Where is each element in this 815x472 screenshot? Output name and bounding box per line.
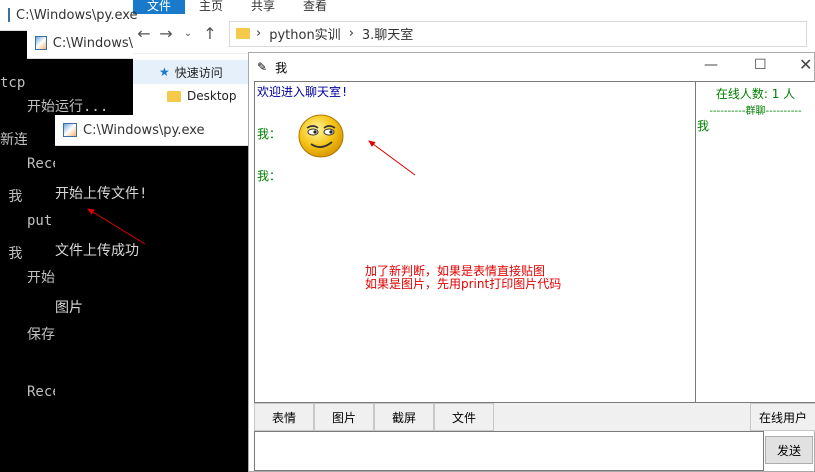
message-area[interactable]: 欢迎进入聊天室! 我： 我： 加了新判断，如果是表情直接贴图 如果是图片，先用p… <box>254 81 695 403</box>
chat-titlebar[interactable]: ✎ 我 <box>249 53 814 81</box>
history-chevron-icon[interactable]: ⌄ <box>177 28 199 39</box>
group-chat-divider: ----------群聊---------- <box>709 106 802 117</box>
message-sender: 我： <box>257 169 282 183</box>
send-button[interactable]: 发送 <box>765 436 813 464</box>
ribbon-tabs: 文件 主页 共享 查看 <box>133 0 815 14</box>
star-icon: ★ <box>159 65 170 79</box>
chat-window: ✎ 我 — ☐ ✕ 欢迎进入聊天室! 我： 我： 加了新判断，如果是表情直接贴图… <box>248 52 815 472</box>
python-icon <box>63 123 77 137</box>
smiley-emoji-icon <box>297 113 345 162</box>
feather-icon: ✎ <box>257 60 268 74</box>
folder-icon <box>236 28 250 39</box>
online-users-button[interactable]: 在线用户 <box>750 403 815 431</box>
welcome-message: 欢迎进入聊天室! <box>257 85 349 99</box>
screenshot-button[interactable]: 截屏 <box>374 403 434 431</box>
nav-item-quick-access[interactable]: ★ 快速访问 <box>133 60 248 84</box>
ribbon-tab-file[interactable]: 文件 <box>133 0 186 14</box>
breadcrumb[interactable]: › python实训 › 3.聊天室 <box>229 20 807 47</box>
close-icon[interactable]: ✕ <box>799 55 812 74</box>
console-window[interactable]: C:\Windows\py.exe 开始上传文件! 文件上传成功 图片 <box>55 115 248 472</box>
message-sender: 我： <box>257 127 282 141</box>
python-icon <box>35 36 47 50</box>
chevron-right-icon: › <box>348 26 354 41</box>
address-bar: ← → ⌄ ↑ › python实训 › 3.聊天室 <box>133 14 815 54</box>
online-user-item[interactable]: 我 <box>696 117 815 134</box>
back-arrow-icon[interactable]: ← <box>133 24 155 43</box>
navigation-pane: ★ 快速访问 Desktop <box>133 60 248 108</box>
online-users-panel: 在线人数: 1 人 ----------群聊---------- 我 <box>695 81 815 403</box>
breadcrumb-item[interactable]: python实训 <box>269 24 340 43</box>
up-arrow-icon[interactable]: ↑ <box>199 24 221 43</box>
breadcrumb-item[interactable]: 3.聊天室 <box>362 24 413 43</box>
message-input[interactable] <box>254 431 764 471</box>
chat-toolbar: 表情 图片 截屏 文件 在线用户 <box>254 403 815 431</box>
console-titlebar[interactable]: C:\Windows\py.exe <box>55 115 248 146</box>
minimize-icon[interactable]: — <box>704 57 718 73</box>
ribbon-tab-share[interactable]: 共享 <box>237 0 289 14</box>
emoji-button[interactable]: 表情 <box>254 403 314 431</box>
chevron-right-icon: › <box>256 26 262 41</box>
file-button[interactable]: 文件 <box>434 403 494 431</box>
ribbon-tab-view[interactable]: 查看 <box>289 0 341 14</box>
python-icon <box>8 8 10 22</box>
ribbon-tab-home[interactable]: 主页 <box>185 0 237 14</box>
image-button[interactable]: 图片 <box>314 403 374 431</box>
forward-arrow-icon[interactable]: → <box>155 24 177 43</box>
folder-icon <box>167 90 181 102</box>
nav-item-desktop[interactable]: Desktop <box>133 84 248 108</box>
console-titlebar[interactable]: C:\Windows\py.exe <box>0 0 138 31</box>
console-output: 开始上传文件! 文件上传成功 图片 <box>55 146 248 472</box>
annotation-line: 如果是图片，先用print打印图片代码 <box>365 277 562 291</box>
console-titlebar[interactable]: C:\Windows\ <box>27 28 133 59</box>
maximize-icon[interactable]: ☐ <box>754 57 767 73</box>
online-count: 在线人数: 1 人 <box>715 87 796 101</box>
